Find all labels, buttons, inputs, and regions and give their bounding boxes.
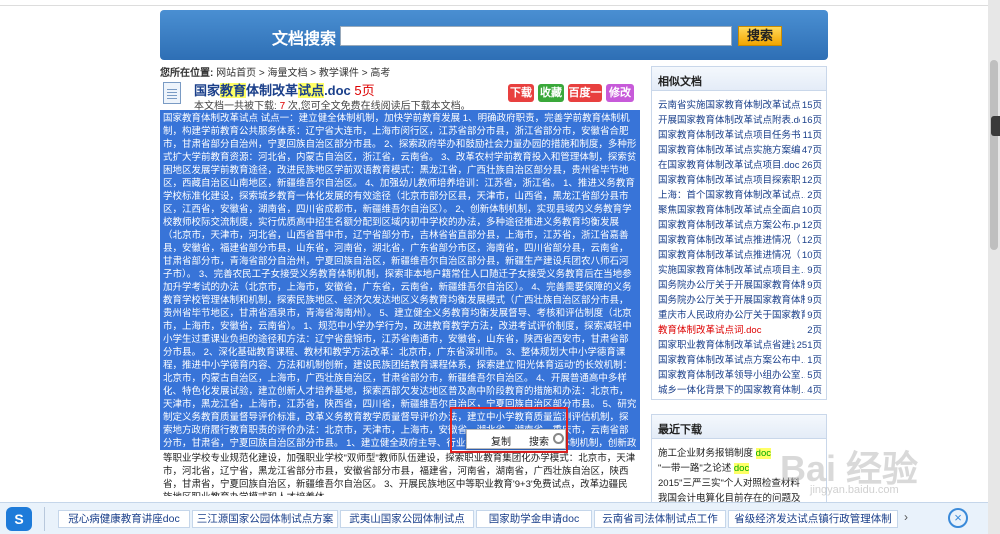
recent-downloads-title: 最近下载 (652, 415, 826, 439)
edit-button[interactable]: 修改 (606, 84, 634, 102)
selected-text[interactable]: 国家教育体制改革试点 试点一：建立健全体制机制，加快学前教育发展 1、明确政府职… (160, 110, 640, 496)
related-doc-item[interactable]: 国家教育体制改革试点项目任务书… 11页 (658, 127, 822, 141)
download-button[interactable]: 下载 (508, 84, 534, 102)
related-doc-item[interactable]: 国务院办公厅关于开展国家教育体制… 9页 (658, 292, 822, 306)
doc-file-icon (163, 82, 181, 104)
watermark-url: jingyan.baidu.com (810, 484, 899, 496)
related-doc-item[interactable]: 聚焦国家教育体制改革试点全面启… 10页 (658, 202, 822, 216)
related-doc-item[interactable]: 上海：首个国家教育体制改革试点… 2页 (658, 187, 822, 201)
related-doc-item[interactable]: 重庆市人民政府办公厅关于国家教育… 9页 (658, 307, 822, 321)
related-doc-item[interactable]: 国家教育体制改革试点项目探索职… 12页 (658, 172, 822, 186)
recommend-chip[interactable]: 冠心病健康教育讲座doc (58, 510, 190, 528)
bottom-recommend-bar: S 冠心病健康教育讲座doc 三江源国家公园体制试点方案 武夷山国家公园体制试点… (0, 502, 988, 534)
recommend-chip[interactable]: 三江源国家公园体制试点方案 (192, 510, 338, 528)
breadcrumb: 您所在位置: 网站首页 > 海量文档 > 教学课件 > 高考 (160, 64, 390, 79)
selection-popup-highlight: 复制 搜索 (450, 407, 568, 453)
app-logo-icon[interactable]: S (6, 507, 32, 531)
advanced-search-link[interactable]: 搜索风云 (638, 28, 686, 45)
related-docs-title: 相似文档 (652, 67, 826, 91)
recommend-chip[interactable]: 省级经济发达试点镇行政管理体制 (728, 510, 898, 528)
breadcrumb-path[interactable]: 网站首页 > 海量文档 > 教学课件 > 高考 (216, 68, 390, 79)
breadcrumb-prefix: 您所在位置: (160, 68, 214, 79)
unselected-text: 等职业学校专业规范化建设，加强职业学校"双师型"教师队伍建设，探索职业教育集团化… (160, 450, 640, 496)
search-button[interactable]: 搜索 (738, 26, 782, 46)
popup-search-button[interactable]: 搜索 (529, 433, 549, 448)
scrollbar-thumb[interactable] (990, 60, 998, 250)
related-doc-item[interactable]: 国家职业教育体制改革试点省建设… 251页 (658, 337, 822, 351)
side-tab[interactable] (991, 116, 1000, 136)
recommend-chip[interactable]: 武夷山国家公园体制试点 (340, 510, 474, 528)
related-doc-item[interactable]: 教育体制改革试点词.doc 2页 (658, 322, 822, 336)
recommend-chip[interactable]: 国家助学金申请doc (476, 510, 592, 528)
related-doc-item[interactable]: 实施国家教育体制改革试点项目主… 9页 (658, 262, 822, 276)
related-doc-item[interactable]: 在国家教育体制改革试点项目.doc 26页 (658, 157, 822, 171)
related-doc-item[interactable]: 城乡一体化背景下的国家教育体制… 4页 (658, 382, 822, 396)
related-doc-item[interactable]: 国家教育体制改革试点方案公布中… 1页 (658, 352, 822, 366)
search-banner: 文档搜索 搜索 搜索风云 (160, 10, 828, 60)
related-doc-item[interactable]: 国务院办公厅关于开展国家教育体制… 9页 (658, 277, 822, 291)
copy-button[interactable]: 复制 (491, 433, 511, 448)
selection-toolbar: 复制 搜索 (466, 429, 566, 449)
page-scrollbar[interactable] (988, 0, 1000, 534)
favorite-button[interactable]: 收藏 (538, 84, 564, 102)
top-strip (0, 0, 1000, 6)
related-doc-item[interactable]: 国家教育体制改革试点推进情况（… 12页 (658, 232, 822, 246)
close-icon[interactable]: × (948, 508, 968, 528)
related-doc-item[interactable]: 国家教育体制改革试点方案公布.pdf 12页 (658, 217, 822, 231)
related-doc-item[interactable]: 国家教育体制改革领导小组办公室… 5页 (658, 367, 822, 381)
document-page-count: 5页 (354, 83, 375, 98)
baidu-search-button[interactable]: 百度一下 (568, 84, 602, 117)
related-docs-panel: 相似文档 云南省实施国家教育体制改革试点… 15页 开展国家教育体制改革试点附表.… (651, 66, 827, 400)
chevron-right-icon[interactable]: › (904, 510, 908, 524)
related-doc-item[interactable]: 国家教育体制改革试点实施方案编… 47页 (658, 142, 822, 156)
gear-icon[interactable] (553, 433, 564, 444)
related-doc-item[interactable]: 云南省实施国家教育体制改革试点… 15页 (658, 97, 822, 111)
related-doc-item[interactable]: 国家教育体制改革试点推进情况（… 10页 (658, 247, 822, 261)
related-doc-item[interactable]: 开展国家教育体制改革试点附表.doc 16页 (658, 112, 822, 126)
search-label: 文档搜索 (272, 31, 337, 48)
recommend-chip[interactable]: 云南省司法体制试点工作 (594, 510, 726, 528)
document-content[interactable]: 国家教育体制改革试点 试点一：建立健全体制机制，加快学前教育发展 1、明确政府职… (160, 110, 640, 496)
divider (44, 507, 45, 531)
